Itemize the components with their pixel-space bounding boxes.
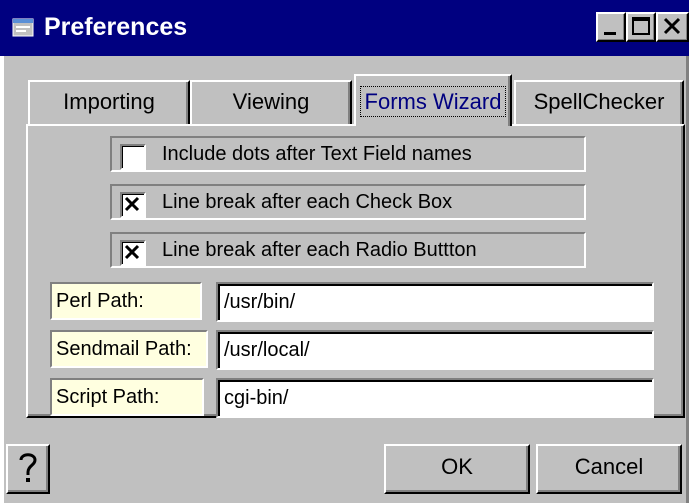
ok-button[interactable]: OK bbox=[384, 444, 530, 494]
perl-path-input[interactable] bbox=[216, 282, 654, 322]
checkbox-line-break-option[interactable]: Line break after each Check Box bbox=[110, 184, 586, 220]
include-dots-label: Include dots after Text Field names bbox=[162, 143, 472, 165]
app-icon[interactable] bbox=[12, 16, 34, 38]
tab-label: Forms Wizard bbox=[359, 86, 507, 117]
window-title: Preferences bbox=[44, 13, 188, 41]
minimize-icon bbox=[604, 32, 616, 35]
tab-spellchecker[interactable]: SpellChecker bbox=[514, 80, 684, 124]
maximize-icon bbox=[632, 17, 650, 35]
script-path-input[interactable] bbox=[216, 378, 654, 418]
question-mark-icon bbox=[19, 453, 37, 482]
help-button[interactable] bbox=[6, 444, 50, 494]
tab-label: Viewing bbox=[232, 89, 310, 114]
sendmail-path-input[interactable] bbox=[216, 330, 654, 370]
close-button[interactable] bbox=[656, 12, 689, 42]
radio-line-break-checkbox[interactable] bbox=[120, 240, 146, 266]
maximize-button[interactable] bbox=[626, 12, 656, 42]
tab-importing[interactable]: Importing bbox=[28, 80, 190, 124]
check-mark-icon bbox=[124, 244, 140, 260]
tab-forms-wizard[interactable]: Forms Wizard bbox=[354, 74, 512, 126]
checkbox-line-break-checkbox[interactable] bbox=[120, 192, 146, 218]
check-mark-icon bbox=[124, 196, 140, 212]
script-path-label: Script Path: bbox=[50, 378, 204, 416]
window-frame-left bbox=[0, 56, 4, 503]
minimize-button[interactable] bbox=[596, 12, 626, 42]
radio-line-break-label: Line break after each Radio Buttton bbox=[162, 239, 477, 261]
sendmail-path-label: Sendmail Path: bbox=[50, 330, 208, 368]
include-dots-checkbox[interactable] bbox=[120, 144, 146, 170]
tab-label: SpellChecker bbox=[533, 89, 665, 114]
tab-label: Importing bbox=[63, 89, 155, 114]
close-icon bbox=[663, 17, 681, 35]
radio-line-break-option[interactable]: Line break after each Radio Buttton bbox=[110, 232, 586, 268]
include-dots-option[interactable]: Include dots after Text Field names bbox=[110, 136, 586, 172]
cancel-button[interactable]: Cancel bbox=[536, 444, 682, 494]
perl-path-label: Perl Path: bbox=[50, 282, 202, 320]
checkbox-line-break-label: Line break after each Check Box bbox=[162, 191, 453, 213]
tab-viewing[interactable]: Viewing bbox=[190, 80, 352, 124]
